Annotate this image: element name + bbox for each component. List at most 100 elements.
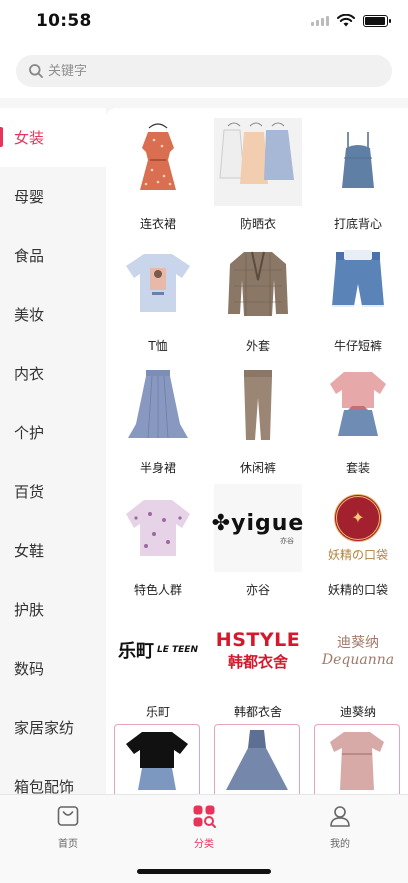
brand-logo-text: 乐町 <box>118 641 154 662</box>
sidebar-item-label: 母婴 <box>14 188 45 206</box>
subcategory-label: 迪葵纳 <box>339 705 376 719</box>
search-input[interactable] <box>48 63 348 79</box>
subcategory-item[interactable]: 防晒衣 <box>208 118 308 240</box>
subcategory-label: 乐町 <box>145 705 170 719</box>
subcategory-item[interactable]: 迪葵纳 Dequanna 迪葵纳 <box>308 606 408 728</box>
app-screen: 10:58 女装母婴食品美妆内衣个护百货女鞋护肤数码家居家纺箱包配饰 连衣裙 防晒… <box>0 0 408 883</box>
subcategory-item[interactable]: 特色人群 <box>108 484 208 606</box>
sidebar-item[interactable]: 家居家纺 <box>0 698 106 757</box>
sidebar-item[interactable]: 女装 <box>0 108 106 167</box>
sidebar-item[interactable]: 内衣 <box>0 344 106 403</box>
denim-shorts-image <box>314 240 402 328</box>
subcategory-label: 亦谷 <box>245 583 270 597</box>
search-icon <box>29 64 43 78</box>
promo-row <box>106 724 408 794</box>
promo-card[interactable] <box>114 724 200 794</box>
tab-label: 首页 <box>58 839 78 850</box>
fairy-pocket-logo: ✦ 妖精の口袋 <box>314 484 402 572</box>
status-icons <box>311 14 391 27</box>
battery-icon <box>363 14 391 27</box>
home-indicator <box>137 869 271 874</box>
casual-trousers-image <box>214 362 302 450</box>
sidebar-item[interactable]: 食品 <box>0 226 106 285</box>
brand-logo-subtext: LE TEEN <box>157 645 198 655</box>
subcategory-label: 连衣裙 <box>139 217 176 231</box>
subcategory-label: 牛仔短裤 <box>333 339 382 353</box>
subcategory-label: 外套 <box>245 339 270 353</box>
search-box[interactable] <box>16 55 392 87</box>
sidebar-item-label: 女装 <box>14 129 45 147</box>
brand-logo-text: 妖精の口袋 <box>327 547 388 562</box>
sidebar-item-label: 美妆 <box>14 306 45 324</box>
pink-knit-dress-image <box>322 728 392 794</box>
sidebar-item-label: 个护 <box>14 424 45 442</box>
sidebar-item-label: 女鞋 <box>14 542 45 560</box>
subcategory-label: 妖精的口袋 <box>327 583 388 597</box>
sidebar-item[interactable]: 母婴 <box>0 167 106 226</box>
subcategory-label: 特色人群 <box>133 583 182 597</box>
subcategory-label: 套装 <box>345 461 370 475</box>
sidebar-item[interactable]: 女鞋 <box>0 521 106 580</box>
sidebar-item[interactable]: 箱包配饰 <box>0 757 106 794</box>
search-bar <box>0 44 408 98</box>
subcategory-item[interactable]: T恤 <box>108 240 208 362</box>
subcategory-label: 半身裙 <box>139 461 176 475</box>
cellular-signal-icon <box>311 15 329 26</box>
subcategory-grid: 连衣裙 防晒衣 打底背心 T恤 外套 牛仔短裤 半身裙 休闲裤 套装 特色人群 ✤yigue 亦谷 亦谷… <box>106 108 408 728</box>
subcategory-item[interactable]: ✤yigue 亦谷 亦谷 <box>208 484 308 606</box>
subcategory-item[interactable]: 半身裙 <box>108 362 208 484</box>
plaid-blazer-image <box>214 240 302 328</box>
subcategory-item[interactable]: 休闲裤 <box>208 362 308 484</box>
user-icon <box>328 804 352 835</box>
pleated-skirt-image <box>114 362 202 450</box>
floral-dress-image <box>114 118 202 206</box>
subcategory-label: T恤 <box>148 339 168 353</box>
sidebar-item-label: 数码 <box>14 660 45 678</box>
subcategory-item[interactable]: ✦ 妖精の口袋妖精的口袋 <box>308 484 408 606</box>
category-grid-icon <box>192 804 216 835</box>
brand-logo-subtext: 亦谷 <box>280 536 294 545</box>
yigue-logo: ✤yigue 亦谷 <box>211 484 305 572</box>
status-time: 10:58 <box>36 11 92 31</box>
leteen-logo: 乐町 LE TEEN <box>114 606 202 694</box>
dequanna-logo: 迪葵纳 Dequanna <box>314 606 402 694</box>
sidebar-item[interactable]: 百货 <box>0 462 106 521</box>
promo-card[interactable] <box>214 724 300 794</box>
category-sidebar: 女装母婴食品美妆内衣个护百货女鞋护肤数码家居家纺箱包配饰 <box>0 108 106 794</box>
subcategory-label: 打底背心 <box>333 217 382 231</box>
subcategory-item[interactable]: 打底背心 <box>308 118 408 240</box>
tab-item[interactable]: 我的 <box>272 795 408 883</box>
brand-logo-text: HSTYLE <box>215 628 301 651</box>
subcategory-item[interactable]: HSTYLE 韩都衣舍 韩都衣舍 <box>208 606 308 728</box>
subcategory-item[interactable]: 套装 <box>308 362 408 484</box>
promo-card[interactable] <box>314 724 400 794</box>
subcategory-item[interactable]: 连衣裙 <box>108 118 208 240</box>
two-piece-set-image <box>314 362 402 450</box>
subcategory-label: 休闲裤 <box>239 461 276 475</box>
sidebar-item[interactable]: 美妆 <box>0 285 106 344</box>
sidebar-item-label: 百货 <box>14 483 45 501</box>
sidebar-item[interactable]: 个护 <box>0 403 106 462</box>
subcategory-panel: 连衣裙 防晒衣 打底背心 T恤 外套 牛仔短裤 半身裙 休闲裤 套装 特色人群 ✤yigue 亦谷 亦谷… <box>106 108 408 794</box>
brand-logo-text: 迪葵纳 <box>337 635 379 651</box>
subcategory-item[interactable]: 外套 <box>208 240 308 362</box>
wifi-icon <box>337 14 355 27</box>
sidebar-item-label: 护肤 <box>14 601 45 619</box>
home-bag-icon <box>56 804 80 835</box>
sidebar-item[interactable]: 护肤 <box>0 580 106 639</box>
printed-tshirt-image <box>114 240 202 328</box>
camisole-image <box>314 118 402 206</box>
black-tee-outfit-image <box>122 728 192 794</box>
sidebar-item[interactable]: 数码 <box>0 639 106 698</box>
brand-logo-subtext: 韩都衣舍 <box>227 652 288 671</box>
brand-logo-text: ✤yigue <box>211 510 305 536</box>
sidebar-item-label: 箱包配饰 <box>14 778 75 794</box>
subcategory-label: 韩都衣舍 <box>233 705 282 719</box>
hstyle-logo: HSTYLE 韩都衣舍 <box>214 606 302 694</box>
subcategory-item[interactable]: 乐町 LE TEEN 乐町 <box>108 606 208 728</box>
tab-item[interactable]: 首页 <box>0 795 136 883</box>
sidebar-item-label: 家居家纺 <box>14 719 75 737</box>
subcategory-item[interactable]: 牛仔短裤 <box>308 240 408 362</box>
sidebar-item-label: 内衣 <box>14 365 45 383</box>
status-bar: 10:58 <box>0 0 408 44</box>
